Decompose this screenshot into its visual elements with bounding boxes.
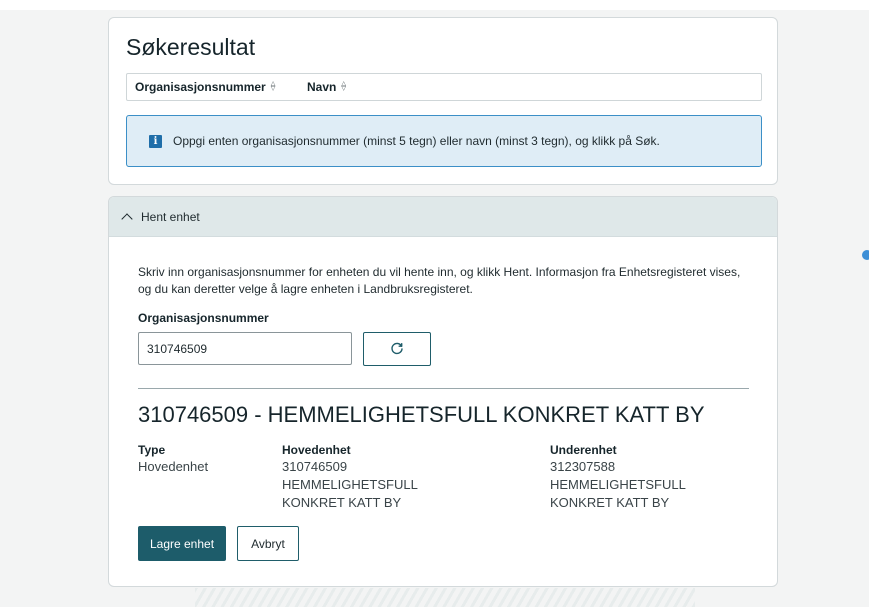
cancel-button[interactable]: Avbryt bbox=[237, 526, 299, 561]
info-message: Oppgi enten organisasjonsnummer (minst 5… bbox=[173, 134, 660, 148]
main-unit-number: 310746509 bbox=[282, 459, 348, 474]
column-header-navn[interactable]: Navn △ ▽ bbox=[307, 80, 346, 94]
column-header-organisasjonsnummer[interactable]: Organisasjonsnummer △ ▽ bbox=[135, 80, 275, 94]
info-icon: i bbox=[149, 134, 162, 148]
main-unit-column: Hovedenhet 310746509 HEMMELIGHETSFULL KO… bbox=[282, 442, 482, 512]
results-table-header: Organisasjonsnummer △ ▽ Navn △ ▽ bbox=[126, 73, 762, 101]
sub-unit-name: HEMMELIGHETSFULL KONKRET KATT BY bbox=[550, 477, 686, 510]
type-label: Type bbox=[138, 443, 166, 457]
background-pattern bbox=[195, 588, 695, 607]
sort-icon: △ ▽ bbox=[341, 81, 346, 92]
fetch-button[interactable] bbox=[363, 332, 431, 366]
fetch-description: Skriv inn organisasjonsnummer for enhete… bbox=[138, 265, 741, 296]
accordion-title: Hent enhet bbox=[141, 209, 200, 224]
main-unit-name: HEMMELIGHETSFULL KONKRET KATT BY bbox=[282, 477, 418, 510]
fetch-unit-card: Hent enhet Skriv inn organisasjonsnummer… bbox=[108, 196, 778, 587]
sub-unit-label: Underenhet bbox=[550, 443, 617, 457]
column-header-label: Organisasjonsnummer bbox=[135, 80, 266, 94]
type-value: Hovedenhet bbox=[138, 459, 209, 474]
unit-result-title: 310746509 - HEMMELIGHETSFULL KONKRET KAT… bbox=[138, 402, 705, 427]
info-alert: i Oppgi enten organisasjonsnummer (minst… bbox=[126, 115, 762, 167]
chevron-up-icon bbox=[121, 212, 133, 225]
org-number-label: Organisasjonsnummer bbox=[138, 311, 269, 325]
divider bbox=[138, 388, 749, 389]
column-header-label: Navn bbox=[307, 80, 337, 94]
save-unit-button[interactable]: Lagre enhet bbox=[138, 526, 226, 561]
main-unit-label: Hovedenhet bbox=[282, 443, 351, 457]
top-strip bbox=[0, 0, 869, 10]
sort-icon: △ ▽ bbox=[270, 81, 276, 92]
type-column: Type Hovedenhet bbox=[138, 442, 208, 476]
accordion-header-hent-enhet[interactable]: Hent enhet bbox=[109, 197, 777, 237]
search-results-title: Søkeresultat bbox=[126, 34, 256, 60]
org-number-input[interactable] bbox=[138, 332, 352, 365]
refresh-icon bbox=[391, 342, 403, 355]
sub-unit-number: 312307588 bbox=[550, 459, 616, 474]
search-results-card: Søkeresultat Organisasjonsnummer △ ▽ Navn… bbox=[108, 17, 778, 185]
sub-unit-column: Underenhet 312307588 HEMMELIGHETSFULL KO… bbox=[550, 442, 750, 512]
side-indicator bbox=[862, 250, 869, 260]
